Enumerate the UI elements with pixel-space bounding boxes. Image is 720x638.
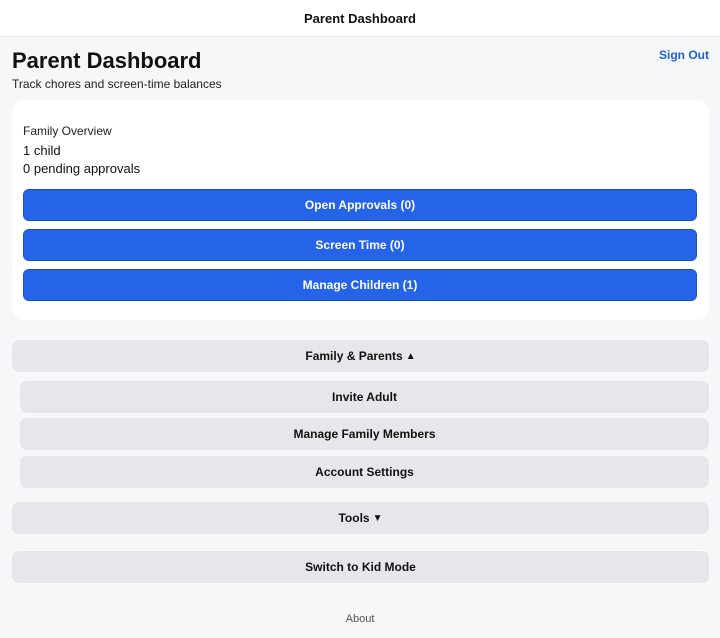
page-header: Parent Dashboard Track chores and screen… (12, 48, 709, 91)
manage-children-button[interactable]: Manage Children (1) (23, 269, 697, 301)
page-subtitle: Track chores and screen-time balances (12, 77, 222, 91)
page-title: Parent Dashboard (12, 48, 202, 73)
caret-up-icon: ▲ (405, 350, 416, 362)
family-parents-label: Family & Parents (305, 349, 403, 363)
screen-time-button[interactable]: Screen Time (0) (23, 229, 697, 261)
switch-to-kid-mode-button[interactable]: Switch to Kid Mode (12, 551, 709, 583)
pending-approvals-count: 0 pending approvals (23, 161, 141, 176)
family-parents-toggle[interactable]: Family & Parents ▲ (12, 340, 709, 372)
sign-out-button[interactable]: Sign Out (659, 48, 709, 62)
nav-title: Parent Dashboard (304, 10, 416, 26)
family-overview-card: Family Overview 1 child 0 pending approv… (12, 100, 709, 320)
invite-adult-button[interactable]: Invite Adult (20, 381, 709, 413)
account-settings-button[interactable]: Account Settings (20, 456, 709, 488)
tools-label: Tools (338, 511, 370, 525)
manage-family-members-button[interactable]: Manage Family Members (20, 418, 709, 450)
children-count: 1 child (23, 143, 61, 158)
tools-toggle[interactable]: Tools ▼ (12, 502, 709, 534)
open-approvals-button[interactable]: Open Approvals (0) (23, 189, 697, 221)
about-link[interactable]: About (0, 613, 720, 625)
caret-down-icon: ▼ (372, 512, 383, 524)
overview-heading: Family Overview (23, 124, 112, 138)
navigation-bar: Parent Dashboard (0, 0, 720, 37)
